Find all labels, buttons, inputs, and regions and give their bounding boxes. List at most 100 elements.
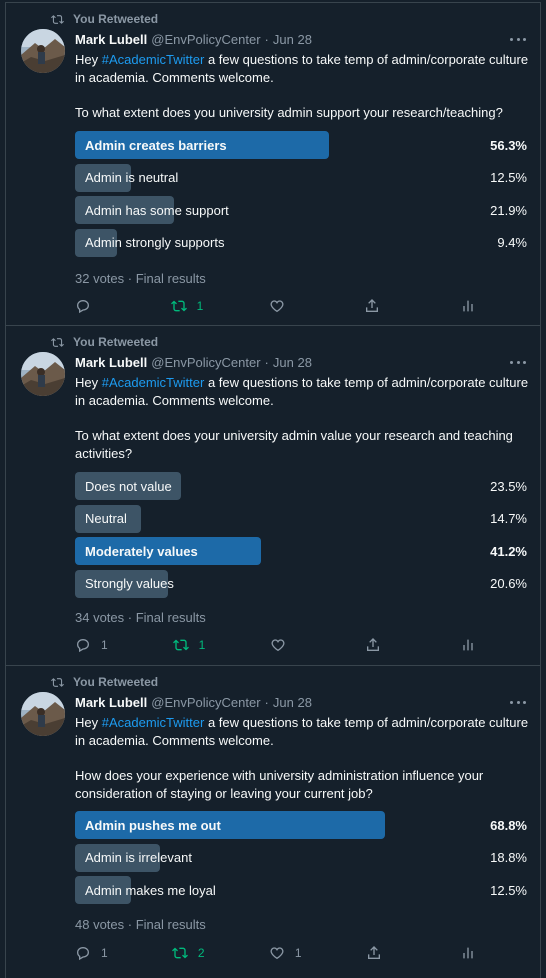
- poll-option-label: Neutral: [85, 511, 127, 526]
- like-button[interactable]: [269, 298, 299, 314]
- tweet-date[interactable]: Jun 28: [273, 355, 312, 370]
- hashtag-link[interactable]: #AcademicTwitter: [102, 715, 205, 730]
- tweet[interactable]: You Retweeted Mark Lubell @EnvPolicyCent…: [5, 2, 541, 325]
- author-handle[interactable]: @EnvPolicyCenter: [151, 32, 260, 47]
- tweet-header: Mark Lubell @EnvPolicyCenter · Jun 28: [75, 355, 530, 370]
- author-name[interactable]: Mark Lubell: [75, 355, 147, 370]
- retweet-label: You Retweeted: [73, 335, 159, 349]
- like-button[interactable]: 1: [269, 945, 302, 961]
- poll-option-percent: 9.4%: [497, 235, 527, 250]
- avatar[interactable]: [21, 692, 65, 736]
- poll-option-percent: 23.5%: [490, 478, 527, 494]
- reply-button[interactable]: [75, 298, 105, 314]
- poll-option-percent: 68.8%: [490, 817, 527, 833]
- retweet-count: 1: [196, 299, 204, 313]
- analytics-icon: [463, 947, 473, 959]
- more-icon[interactable]: [510, 698, 526, 706]
- poll-option-label: Admin is neutral: [85, 170, 179, 185]
- intro-prefix: Hey: [75, 375, 102, 390]
- like-count: 1: [294, 946, 302, 960]
- tweet-intro: Hey #AcademicTwitter a few questions to …: [75, 51, 532, 87]
- share-button[interactable]: [366, 945, 396, 961]
- poll-option-percent: 14.7%: [490, 511, 527, 526]
- poll-option: Admin is irrelevant 18.8%: [75, 843, 532, 872]
- poll-option: Neutral 14.7%: [75, 504, 532, 533]
- like-button[interactable]: [270, 637, 300, 653]
- analytics-button[interactable]: [460, 637, 490, 653]
- timeline-feed: You Retweeted Mark Lubell @EnvPolicyCent…: [0, 0, 546, 978]
- retweet-button[interactable]: 2: [171, 945, 205, 961]
- avatar-image: [21, 692, 65, 736]
- poll: Admin creates barriers 56.3% Admin is ne…: [75, 131, 532, 261]
- tweet-date[interactable]: Jun 28: [273, 695, 312, 710]
- reply-button[interactable]: 1: [75, 945, 108, 961]
- retweet-button[interactable]: 1: [172, 637, 206, 653]
- poll-option-percent: 20.6%: [490, 576, 527, 591]
- separator: ·: [264, 32, 269, 47]
- share-icon: [367, 946, 380, 959]
- retweet-icon: [171, 947, 188, 959]
- poll-option-percent: 12.5%: [490, 882, 527, 898]
- reply-icon: [76, 299, 90, 314]
- tweet-text: Hey #AcademicTwitter a few questions to …: [75, 714, 532, 803]
- separator: ·: [264, 695, 269, 710]
- analytics-icon: [463, 639, 473, 651]
- author-handle[interactable]: @EnvPolicyCenter: [151, 355, 260, 370]
- more-icon[interactable]: [510, 35, 526, 43]
- tweet-actions: 1 2 1: [75, 945, 490, 961]
- analytics-icon: [463, 300, 473, 312]
- tweet[interactable]: You Retweeted Mark Lubell @EnvPolicyCent…: [5, 325, 541, 665]
- intro-prefix: Hey: [75, 52, 102, 67]
- retweet-indicator: You Retweeted: [51, 12, 158, 26]
- share-button[interactable]: [364, 298, 394, 314]
- poll-option: Admin creates barriers 56.3%: [75, 131, 532, 159]
- avatar[interactable]: [21, 29, 65, 73]
- poll-option: Admin pushes me out 68.8%: [75, 811, 532, 839]
- hashtag-link[interactable]: #AcademicTwitter: [102, 52, 205, 67]
- heart-icon: [271, 639, 285, 652]
- poll-option-label: Admin creates barriers: [85, 137, 227, 153]
- poll-option: Moderately values 41.2%: [75, 537, 532, 565]
- poll-option-percent: 12.5%: [490, 170, 527, 185]
- poll-question: To what extent does you university admin…: [75, 105, 503, 120]
- retweet-icon: [51, 14, 64, 24]
- poll-option-label: Admin makes me loyal: [85, 882, 216, 898]
- tweet-header: Mark Lubell @EnvPolicyCenter · Jun 28: [75, 695, 530, 710]
- poll-option-percent: 56.3%: [490, 137, 527, 153]
- poll-question: To what extent does your university admi…: [75, 428, 513, 461]
- share-button[interactable]: [365, 637, 395, 653]
- poll-option-percent: 41.2%: [490, 543, 527, 559]
- author-handle[interactable]: @EnvPolicyCenter: [151, 695, 260, 710]
- analytics-button[interactable]: [460, 298, 490, 314]
- poll-option-label: Admin has some support: [85, 202, 229, 218]
- hashtag-link[interactable]: #AcademicTwitter: [102, 375, 205, 390]
- reply-icon: [76, 638, 90, 653]
- tweet-actions: 1: [75, 298, 490, 314]
- poll-option: Admin strongly supports 9.4%: [75, 228, 532, 257]
- poll: Does not value 23.5% Neutral 14.7% Moder…: [75, 472, 532, 602]
- retweet-button[interactable]: 1: [170, 298, 204, 314]
- poll-option: Admin is neutral 12.5%: [75, 163, 532, 192]
- retweet-indicator: You Retweeted: [51, 335, 158, 349]
- reply-count: 1: [101, 638, 108, 652]
- poll-option: Does not value 23.5%: [75, 472, 532, 500]
- more-icon[interactable]: [510, 358, 526, 366]
- tweet-date[interactable]: Jun 28: [273, 32, 312, 47]
- reply-count: 1: [101, 946, 108, 960]
- retweet-count: 1: [198, 638, 206, 652]
- retweet-icon: [51, 677, 64, 687]
- author-name[interactable]: Mark Lubell: [75, 32, 147, 47]
- poll-results-meta: 34 votes · Final results: [75, 610, 206, 625]
- avatar[interactable]: [21, 352, 65, 396]
- tweet[interactable]: You Retweeted Mark Lubell @EnvPolicyCent…: [5, 665, 541, 978]
- poll-option-label: Admin pushes me out: [85, 817, 221, 833]
- retweet-label: You Retweeted: [73, 675, 159, 689]
- poll-option-percent: 21.9%: [490, 202, 527, 218]
- poll-results-meta: 32 votes · Final results: [75, 271, 206, 286]
- reply-button[interactable]: 1: [75, 637, 108, 653]
- tweet-intro: Hey #AcademicTwitter a few questions to …: [75, 374, 532, 410]
- poll-option-percent: 18.8%: [490, 850, 527, 865]
- poll-option: Admin makes me loyal 12.5%: [75, 876, 532, 904]
- analytics-button[interactable]: [460, 945, 490, 961]
- author-name[interactable]: Mark Lubell: [75, 695, 147, 710]
